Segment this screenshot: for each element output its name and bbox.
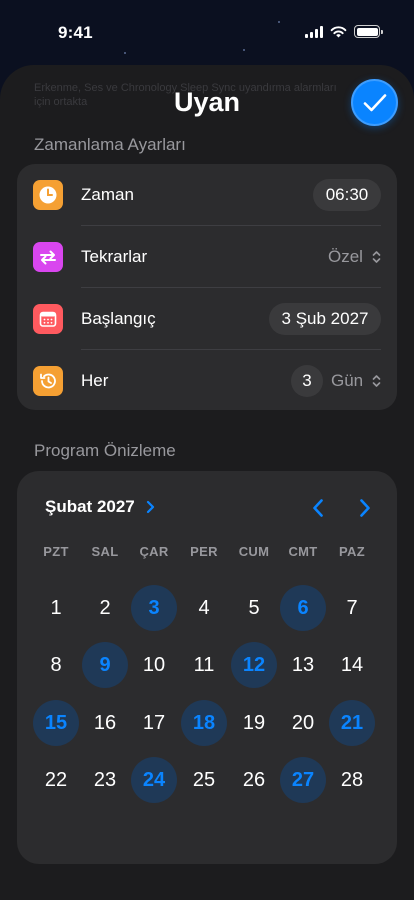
confirm-button[interactable]: [351, 79, 398, 126]
setting-row-start[interactable]: Başlangıç 3 Şub 2027: [17, 288, 397, 350]
calendar-month-label[interactable]: Şubat 2027: [45, 497, 135, 517]
calendar-day[interactable]: 19: [231, 700, 277, 746]
calendar-day-scheduled[interactable]: 12: [231, 642, 277, 688]
calendar-day-scheduled[interactable]: 18: [181, 700, 227, 746]
calendar-day[interactable]: 26: [231, 757, 277, 803]
calendar-day[interactable]: 4: [181, 585, 227, 631]
status-time: 9:41: [58, 23, 93, 42]
previous-month-button[interactable]: [311, 498, 325, 518]
time-value-pill[interactable]: 06:30: [313, 179, 381, 211]
calendar-day-scheduled[interactable]: 3: [131, 585, 177, 631]
chevron-right-icon[interactable]: [146, 500, 155, 514]
calendar-day[interactable]: 28: [329, 757, 375, 803]
calendar-day[interactable]: 8: [33, 642, 79, 688]
calendar-day[interactable]: 5: [231, 585, 277, 631]
weekday-label: CUM: [238, 544, 270, 559]
chevron-up-down-icon: [372, 251, 381, 263]
wifi-icon: [330, 26, 347, 38]
calendar-day[interactable]: 22: [33, 757, 79, 803]
status-icons: [305, 25, 383, 38]
interval-unit[interactable]: Gün: [331, 371, 363, 391]
calendar-day[interactable]: 25: [181, 757, 227, 803]
calendar-day-scheduled[interactable]: 24: [131, 757, 177, 803]
history-icon: [33, 366, 63, 396]
setting-row-interval[interactable]: Her 3 Gün: [17, 350, 397, 412]
battery-icon: [354, 25, 383, 38]
chevron-up-down-icon: [372, 375, 381, 387]
calendar-icon: [33, 304, 63, 334]
calendar-day[interactable]: 10: [131, 642, 177, 688]
setting-label: Başlangıç: [81, 309, 156, 328]
setting-row-repeat[interactable]: Tekrarlar Özel: [17, 226, 397, 288]
clock-icon: [33, 180, 63, 210]
calendar-day[interactable]: 20: [280, 700, 326, 746]
weekday-label: CMT: [288, 544, 318, 559]
calendar-day[interactable]: 2: [82, 585, 128, 631]
setting-row-time[interactable]: Zaman 06:30: [17, 164, 397, 226]
repeat-icon: [33, 242, 63, 272]
calendar-day[interactable]: 14: [329, 642, 375, 688]
calendar-day[interactable]: 11: [181, 642, 227, 688]
status-bar: 9:41: [0, 0, 414, 60]
start-date-pill[interactable]: 3 Şub 2027: [269, 303, 381, 335]
calendar-day-scheduled[interactable]: 9: [82, 642, 128, 688]
schedule-settings-card: Zaman 06:30 Tekrarlar Özel Başlangıç 3 Ş…: [17, 164, 397, 410]
schedule-settings-header: Zamanlama Ayarları: [34, 135, 186, 154]
calendar-day[interactable]: 17: [131, 700, 177, 746]
weekday-label: PAZ: [339, 544, 365, 559]
calendar-card: Şubat 2027 PZT SAL ÇAR PER CUM CMT PAZ 1234567…: [17, 471, 397, 864]
setting-label: Zaman: [81, 185, 134, 204]
setting-label: Her: [81, 371, 109, 390]
calendar-day[interactable]: 13: [280, 642, 326, 688]
interval-count-pill[interactable]: 3: [291, 365, 323, 397]
setting-label: Tekrarlar: [81, 247, 148, 266]
weekday-label: PZT: [43, 544, 69, 559]
weekday-label: SAL: [91, 544, 119, 559]
calendar-day[interactable]: 7: [329, 585, 375, 631]
calendar-day-scheduled[interactable]: 15: [33, 700, 79, 746]
cellular-signal-icon: [305, 25, 323, 38]
weekday-label: ÇAR: [139, 544, 169, 559]
calendar-day-scheduled[interactable]: 21: [329, 700, 375, 746]
weekday-label: PER: [190, 544, 218, 559]
next-month-button[interactable]: [358, 498, 372, 518]
calendar-day[interactable]: 23: [82, 757, 128, 803]
repeat-value[interactable]: Özel: [328, 247, 363, 267]
calendar-day-scheduled[interactable]: 6: [280, 585, 326, 631]
calendar-day-scheduled[interactable]: 27: [280, 757, 326, 803]
alarm-sheet: Erkenme, Ses ve Chronology Sleep Sync uy…: [0, 65, 414, 900]
calendar-day[interactable]: 1: [33, 585, 79, 631]
checkmark-icon: [363, 93, 386, 111]
calendar-day[interactable]: 16: [82, 700, 128, 746]
schedule-preview-header: Program Önizleme: [34, 441, 176, 460]
